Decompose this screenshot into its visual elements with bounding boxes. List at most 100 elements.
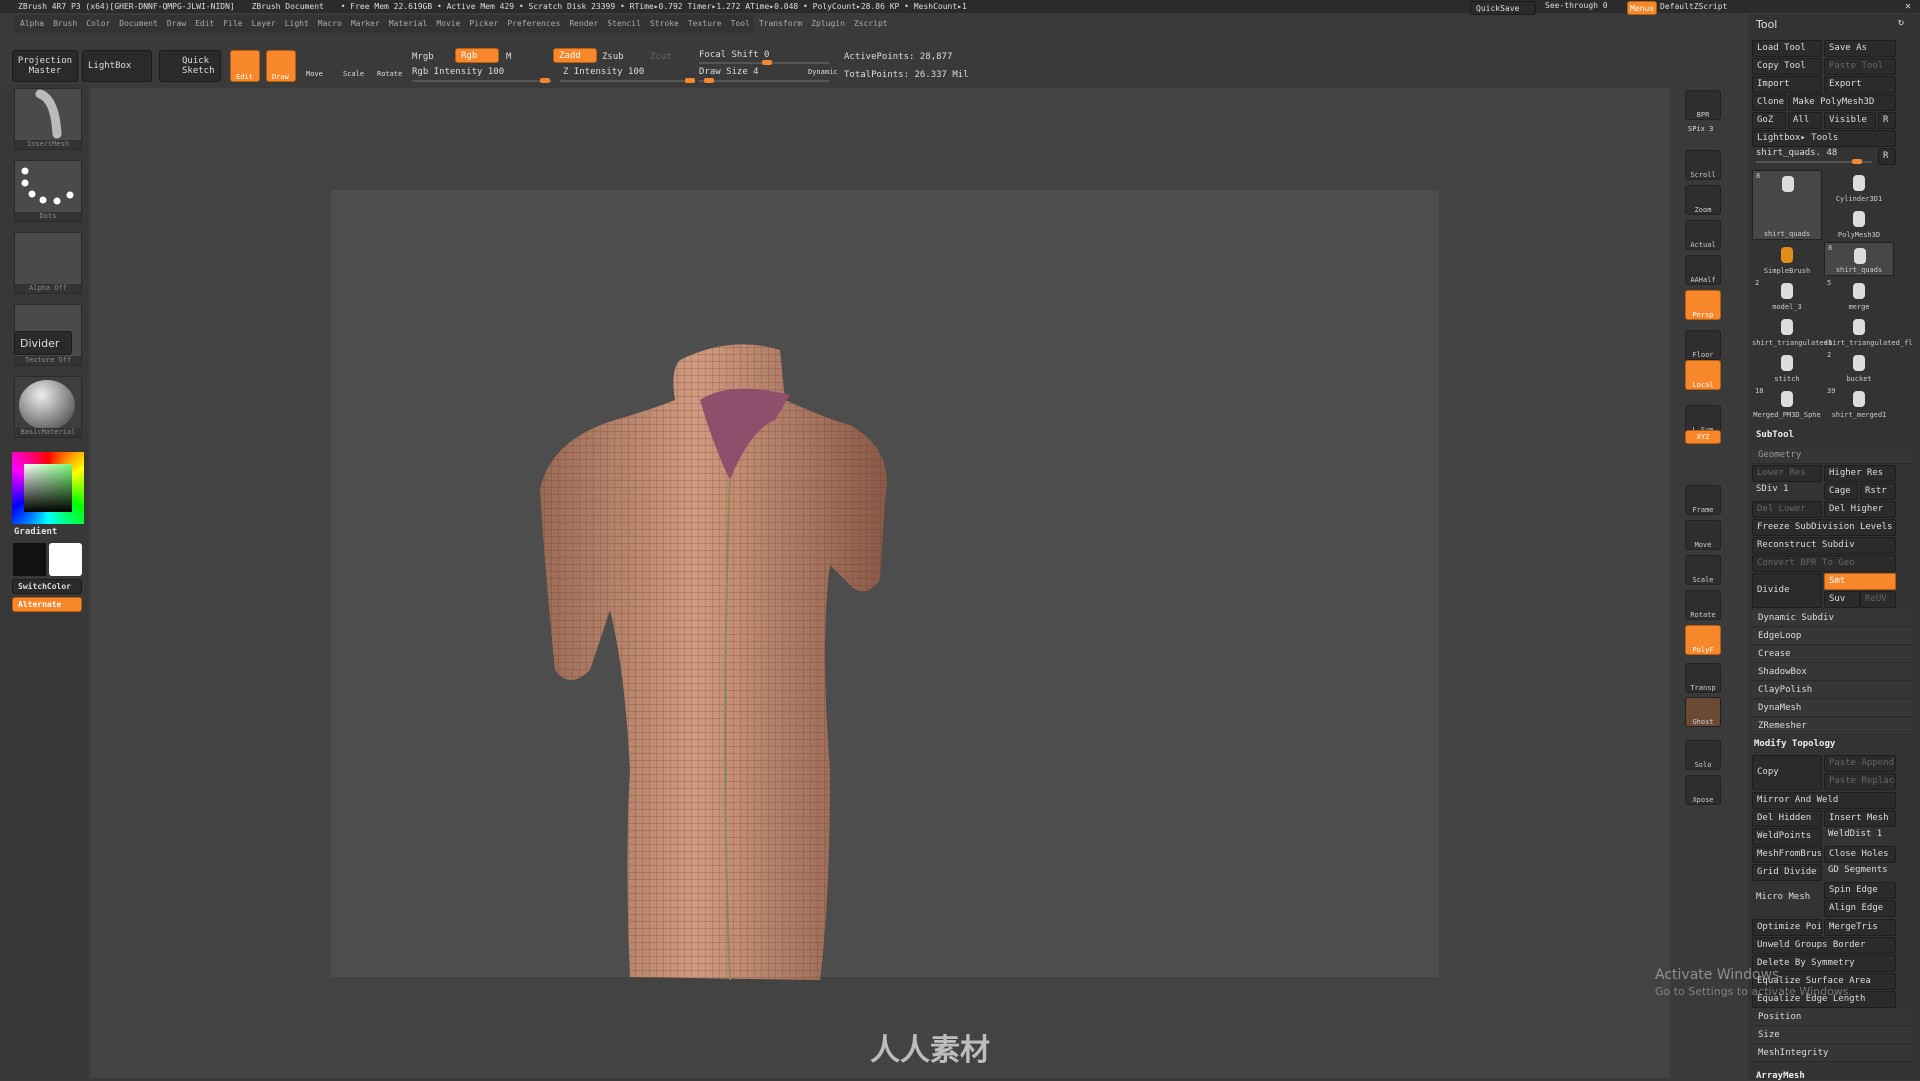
color-picker[interactable] bbox=[12, 452, 84, 524]
modify-topology-header[interactable]: Modify Topology bbox=[1754, 739, 1835, 749]
goz-r-button[interactable]: R bbox=[1878, 112, 1896, 129]
menu-marker[interactable]: Marker bbox=[351, 15, 380, 33]
z-intensity-slider[interactable] bbox=[560, 78, 695, 83]
menu-picker[interactable]: Picker bbox=[469, 15, 498, 33]
tool-thumb[interactable]: PolyMesh3D bbox=[1824, 206, 1894, 240]
quicksave-button[interactable]: QuickSave bbox=[1470, 1, 1536, 15]
menu-brush[interactable]: Brush bbox=[53, 15, 77, 33]
solo-button[interactable]: Solo bbox=[1685, 740, 1721, 770]
micro-mesh-button[interactable]: Micro Mesh bbox=[1756, 892, 1810, 902]
menu-light[interactable]: Light bbox=[285, 15, 309, 33]
save-as-button[interactable]: Save As bbox=[1824, 40, 1896, 57]
rgb-intensity-slider[interactable] bbox=[412, 78, 552, 83]
section-size[interactable]: Size bbox=[1752, 1027, 1912, 1044]
tool-thumb[interactable]: 39 shirt_merged1 bbox=[1824, 386, 1894, 420]
tool-thumb[interactable]: stitch bbox=[1752, 350, 1822, 384]
section-position[interactable]: Position bbox=[1752, 1009, 1912, 1026]
aahalf-button[interactable]: AAHalf bbox=[1685, 255, 1721, 285]
tool-thumb[interactable]: 5 merge bbox=[1824, 278, 1894, 312]
subtool-header[interactable]: SubTool bbox=[1756, 430, 1794, 440]
current-tool-slider-track[interactable] bbox=[1756, 159, 1872, 164]
section-edgeloop[interactable]: EdgeLoop bbox=[1752, 628, 1912, 645]
mergetris-button[interactable]: MergeTris bbox=[1824, 919, 1896, 936]
brush-selector[interactable]: InsertMesh bbox=[14, 88, 82, 150]
tool-thumb[interactable]: Cylinder3D1 bbox=[1824, 170, 1894, 204]
del-higher-button[interactable]: Del Higher bbox=[1824, 501, 1896, 518]
menu-draw[interactable]: Draw bbox=[167, 15, 186, 33]
goz-button[interactable]: GoZ bbox=[1752, 112, 1786, 129]
divide-button[interactable]: Divide bbox=[1752, 573, 1822, 608]
optimize-points-button[interactable]: Optimize Points bbox=[1752, 919, 1822, 936]
see-through-slider[interactable]: See-through 0 bbox=[1545, 1, 1608, 10]
higher-res-button[interactable]: Higher Res bbox=[1824, 465, 1896, 482]
quick-sketch-button[interactable]: Quick Sketch bbox=[159, 50, 221, 82]
dynamic-button[interactable]: Dynamic bbox=[808, 68, 838, 76]
focal-shift-slider[interactable] bbox=[699, 60, 829, 65]
close-icon[interactable]: ✕ bbox=[1905, 1, 1911, 12]
align-edge-button[interactable]: Align Edge bbox=[1824, 900, 1896, 917]
m-button[interactable]: M bbox=[506, 52, 511, 62]
section-dynamic-subdiv[interactable]: Dynamic Subdiv bbox=[1752, 610, 1912, 627]
suv-button[interactable]: Suv bbox=[1824, 591, 1860, 608]
insert-mesh-button[interactable]: Insert Mesh bbox=[1824, 810, 1896, 827]
move-button[interactable]: Move bbox=[1685, 520, 1721, 550]
menu-color[interactable]: Color bbox=[86, 15, 110, 33]
menu-edit[interactable]: Edit bbox=[195, 15, 214, 33]
cage-button[interactable]: Cage bbox=[1824, 483, 1858, 500]
zadd-button[interactable]: Zadd bbox=[553, 48, 597, 63]
lightbox-button[interactable]: LightBox bbox=[82, 50, 152, 82]
section-claypolish[interactable]: ClayPolish bbox=[1752, 682, 1912, 699]
current-tool-slider[interactable]: shirt_quads. 48 bbox=[1756, 148, 1837, 158]
tool-thumb[interactable]: 8 shirt_quads bbox=[1824, 242, 1894, 276]
section-crease[interactable]: Crease bbox=[1752, 646, 1912, 663]
menus-button[interactable]: Menus bbox=[1627, 1, 1657, 15]
local-button[interactable]: Local bbox=[1685, 360, 1721, 390]
menu-zscript[interactable]: Zscript bbox=[854, 15, 888, 33]
scale-button[interactable]: Scale bbox=[1685, 555, 1721, 585]
zsub-button[interactable]: Zsub bbox=[602, 52, 624, 62]
del-hidden-button[interactable]: Del Hidden bbox=[1752, 810, 1822, 827]
paste-tool-button[interactable]: Paste Tool bbox=[1824, 58, 1896, 75]
section-dynamesh[interactable]: DynaMesh bbox=[1752, 700, 1912, 717]
del-lower-button[interactable]: Del Lower bbox=[1752, 501, 1822, 518]
reuv-button[interactable]: ReUV bbox=[1860, 591, 1896, 608]
default-zscript-button[interactable]: DefaultZScript bbox=[1660, 2, 1727, 11]
unweld-groups-border-button[interactable]: Unweld Groups Border bbox=[1752, 937, 1896, 954]
main-color-swatch[interactable] bbox=[13, 543, 46, 576]
menu-movie[interactable]: Movie bbox=[436, 15, 460, 33]
tool-thumb[interactable]: shirt_triangulated1 bbox=[1752, 314, 1832, 348]
welddist-slider[interactable]: WeldDist 1 bbox=[1828, 829, 1882, 839]
menu-stroke[interactable]: Stroke bbox=[650, 15, 679, 33]
tool-r-button[interactable]: R bbox=[1878, 148, 1896, 165]
projection-master-button[interactable]: Projection Master bbox=[12, 50, 78, 82]
sdiv-slider[interactable]: SDiv 1 bbox=[1756, 484, 1789, 494]
visible-button[interactable]: Visible bbox=[1824, 112, 1876, 129]
menu-zplugin[interactable]: Zplugin bbox=[811, 15, 845, 33]
clone-button[interactable]: Clone bbox=[1752, 94, 1786, 111]
mirror-and-weld-button[interactable]: Mirror And Weld bbox=[1752, 792, 1896, 809]
menu-layer[interactable]: Layer bbox=[252, 15, 276, 33]
menu-render[interactable]: Render bbox=[569, 15, 598, 33]
convert-bpr-button[interactable]: Convert BPR To Geo bbox=[1752, 555, 1896, 572]
reconstruct-subdiv-button[interactable]: Reconstruct Subdiv bbox=[1752, 537, 1896, 554]
meshfrombrush-button[interactable]: MeshFromBrush bbox=[1752, 846, 1822, 863]
grid-divide-button[interactable]: Grid Divide bbox=[1752, 864, 1822, 881]
spin-edge-button[interactable]: Spin Edge bbox=[1824, 882, 1896, 899]
floor-button[interactable]: Floor bbox=[1685, 330, 1721, 360]
frame-button[interactable]: Frame bbox=[1685, 485, 1721, 515]
zcut-button[interactable]: Zcut bbox=[650, 52, 672, 62]
close-holes-button[interactable]: Close Holes bbox=[1824, 846, 1896, 863]
geometry-header[interactable]: Geometry bbox=[1752, 447, 1912, 464]
draw-size-slider[interactable] bbox=[699, 78, 829, 83]
menu-document[interactable]: Document bbox=[119, 15, 158, 33]
menu-alpha[interactable]: Alpha bbox=[20, 15, 44, 33]
polyf-button[interactable]: PolyF bbox=[1685, 625, 1721, 655]
menu-macro[interactable]: Macro bbox=[318, 15, 342, 33]
menu-file[interactable]: File bbox=[223, 15, 242, 33]
menu-tool[interactable]: Tool bbox=[731, 15, 750, 33]
section-zremesher[interactable]: ZRemesher bbox=[1752, 718, 1912, 735]
paste-append-button[interactable]: Paste Append bbox=[1824, 755, 1896, 772]
xpose-button[interactable]: Xpose bbox=[1685, 775, 1721, 805]
transp-button[interactable]: Transp bbox=[1685, 663, 1721, 693]
shirt-mesh[interactable] bbox=[530, 340, 1100, 990]
